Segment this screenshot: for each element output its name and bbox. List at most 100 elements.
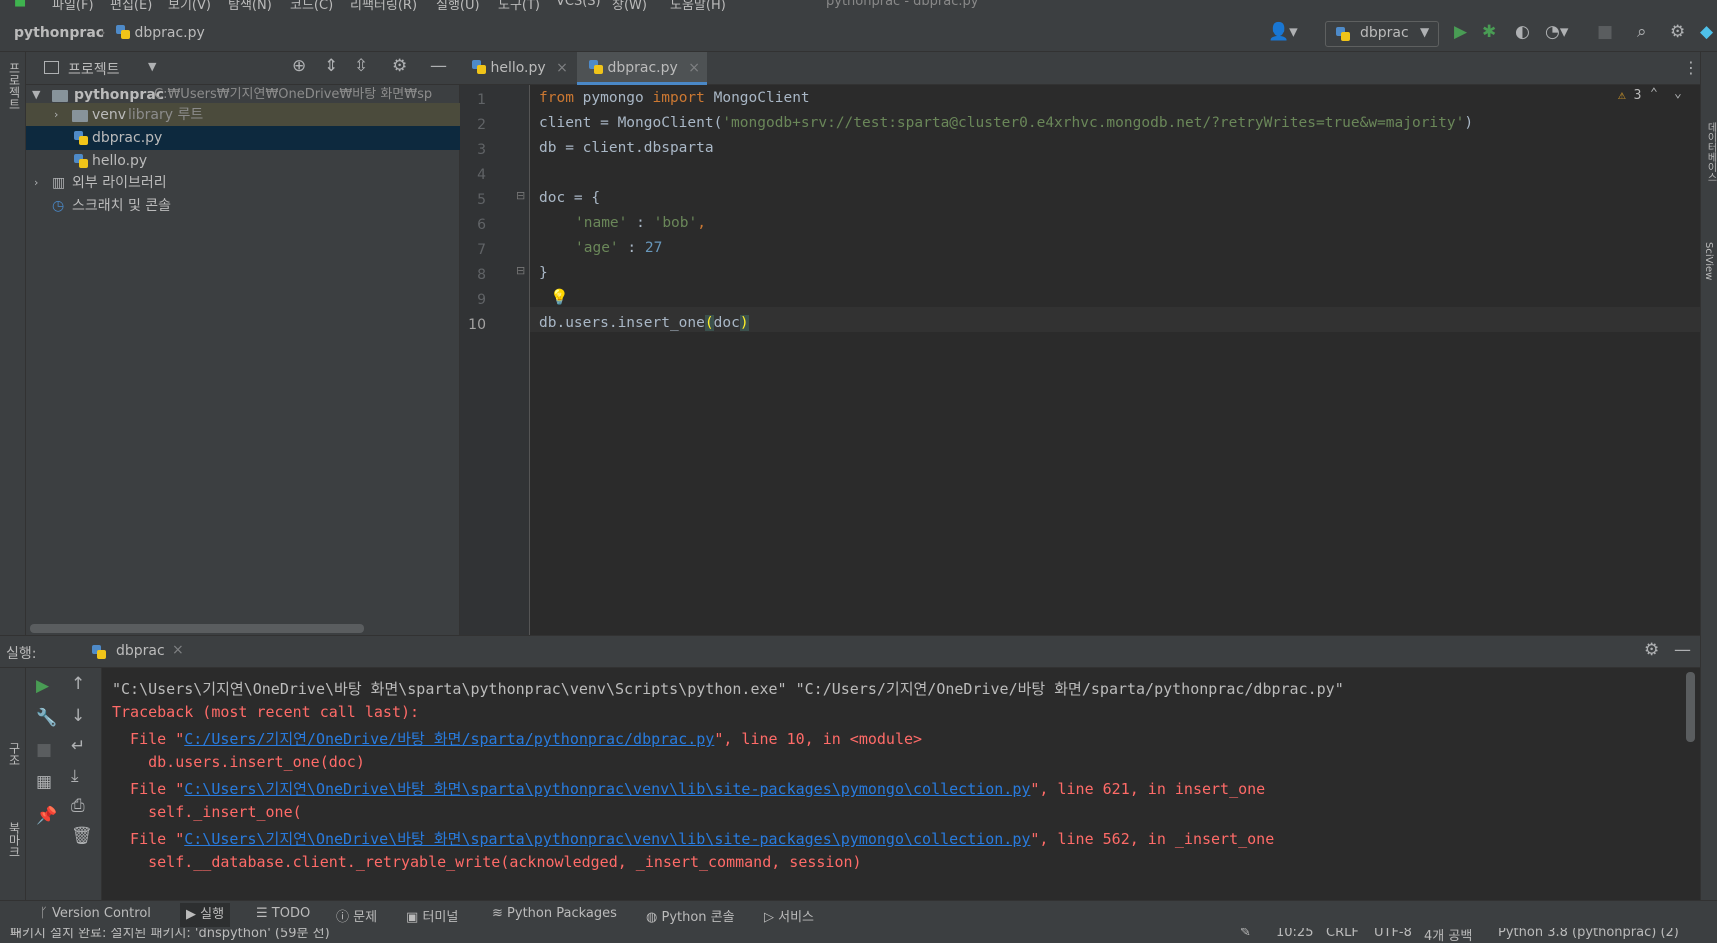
tree-item-scratches[interactable]: ◷ 스크래치 및 콘솔 bbox=[26, 194, 460, 218]
menu-code[interactable]: 코드(C) bbox=[290, 0, 333, 13]
close-icon[interactable]: × bbox=[688, 60, 700, 76]
inspection-icon[interactable]: ✎ bbox=[1240, 928, 1251, 940]
tab-terminal[interactable]: ▣ 터미널 bbox=[406, 906, 458, 925]
python-file-icon bbox=[1336, 27, 1350, 41]
fold-icon[interactable]: ⊟ bbox=[516, 264, 525, 277]
chevron-down-icon[interactable]: ▼ bbox=[148, 60, 156, 73]
tab-python-packages[interactable]: ≋ Python Packages bbox=[492, 906, 617, 921]
structure-tool-window-button[interactable]: 구조 bbox=[6, 742, 23, 766]
tree-item-external-libraries[interactable]: › ▥ 외부 라이브러리 bbox=[26, 171, 460, 195]
breadcrumb-project[interactable]: pythonprac bbox=[14, 25, 104, 41]
scroll-to-end-icon[interactable]: ⤓ bbox=[71, 766, 79, 786]
menu-view[interactable]: 보기(V) bbox=[168, 0, 211, 13]
expand-all-icon[interactable]: ⇕ bbox=[324, 56, 338, 76]
menu-edit[interactable]: 편집(E) bbox=[110, 0, 152, 13]
search-icon[interactable]: ⌕ bbox=[1637, 22, 1647, 42]
profile-icon[interactable]: ◔▾ bbox=[1545, 22, 1568, 42]
print-icon[interactable]: ⎙ bbox=[71, 796, 85, 816]
gear-icon[interactable]: ⚙ bbox=[392, 56, 407, 76]
arrow-down-icon[interactable]: ↓ bbox=[71, 706, 85, 726]
wrench-icon[interactable]: 🔧 bbox=[36, 708, 57, 728]
file-link[interactable]: C:\Users\기지연\OneDrive\바탕 화면\sparta\pytho… bbox=[184, 830, 1030, 848]
menu-help[interactable]: 도움말(H) bbox=[670, 0, 726, 13]
scrollbar-thumb[interactable] bbox=[1686, 672, 1695, 742]
tab-label: 문제 bbox=[353, 910, 378, 925]
terminal-icon: ▣ bbox=[406, 910, 419, 925]
breadcrumb-file[interactable]: dbprac.py bbox=[116, 25, 205, 41]
arrow-up-icon[interactable]: ↑ bbox=[71, 674, 85, 694]
menu-run[interactable]: 실행(U) bbox=[436, 0, 480, 13]
tree-item-label: 외부 라이브러리 bbox=[72, 175, 167, 191]
tab-todo[interactable]: ☰ TODO bbox=[256, 906, 310, 921]
chevron-right-icon[interactable]: › bbox=[34, 171, 38, 195]
plugin-icon[interactable]: ◆ bbox=[1700, 22, 1713, 42]
tab-label: 실행 bbox=[200, 907, 225, 922]
database-tool-window-button[interactable]: 데이터베이스 bbox=[1703, 122, 1717, 182]
file-link[interactable]: C:/Users/기지연/OneDrive/바탕 화면/sparta/pytho… bbox=[184, 730, 714, 748]
tab-problems[interactable]: ⓘ 문제 bbox=[336, 906, 377, 925]
menu-vcs[interactable]: VCS(S) bbox=[556, 0, 601, 9]
chevron-up-icon[interactable]: ⌃ bbox=[1650, 86, 1658, 101]
bookmarks-tool-window-button[interactable]: 북마크 bbox=[6, 822, 23, 858]
tab-run[interactable]: ▶ 실행 bbox=[180, 903, 231, 927]
sciview-tool-window-button[interactable]: SciView bbox=[1703, 242, 1714, 280]
file-encoding[interactable]: UTF-8 bbox=[1374, 928, 1412, 940]
trash-icon[interactable]: 🗑 bbox=[71, 826, 93, 846]
tab-hello-py[interactable]: hello.py × bbox=[460, 52, 576, 85]
tool-window-bar: ᚴ Version Control ▶ 실행 ☰ TODO ⓘ 문제 ▣ 터미널… bbox=[0, 900, 1717, 928]
run-icon[interactable]: ▶ bbox=[1454, 22, 1467, 42]
hide-icon[interactable]: — bbox=[1674, 640, 1691, 660]
code-editor[interactable]: from pymongo import MongoClient client =… bbox=[530, 85, 1700, 635]
tab-python-console[interactable]: ◍ Python 콘솔 bbox=[646, 906, 735, 925]
tab-label: Version Control bbox=[51, 906, 151, 921]
menu-navigate[interactable]: 탐색(N) bbox=[228, 0, 272, 13]
warning-indicator[interactable]: ⚠ 3 bbox=[1618, 88, 1641, 103]
horizontal-scrollbar[interactable] bbox=[30, 624, 364, 633]
python-interpreter[interactable]: Python 3.8 (pythonprac) (2) bbox=[1498, 928, 1679, 940]
hide-icon[interactable]: — bbox=[430, 56, 447, 76]
locate-file-icon[interactable]: ⊕ bbox=[292, 56, 306, 76]
tree-item-dbprac[interactable]: dbprac.py bbox=[26, 126, 460, 150]
user-account-icon[interactable]: 👤▾ bbox=[1268, 22, 1298, 42]
soft-wrap-icon[interactable]: ↵ bbox=[71, 736, 85, 756]
tab-services[interactable]: ▷ 서비스 bbox=[764, 906, 814, 925]
menu-window[interactable]: 창(W) bbox=[612, 0, 647, 13]
lightbulb-icon[interactable]: 💡 bbox=[550, 288, 569, 306]
tree-item-venv[interactable]: › venv library 루트 bbox=[26, 103, 460, 127]
debug-icon[interactable]: ✱ bbox=[1482, 22, 1496, 42]
stop-icon[interactable]: ■ bbox=[1597, 22, 1613, 42]
project-panel-title[interactable]: 프로젝트 bbox=[68, 59, 120, 79]
gear-icon[interactable]: ⚙ bbox=[1644, 640, 1659, 660]
run-tab-label[interactable]: dbprac bbox=[116, 643, 165, 659]
caret-position[interactable]: 10:25 bbox=[1276, 928, 1313, 940]
code-token: : bbox=[618, 240, 645, 256]
pin-icon[interactable]: 📌 bbox=[36, 806, 57, 826]
rerun-icon[interactable]: ▶ bbox=[36, 676, 49, 696]
tab-dbprac-py[interactable]: dbprac.py × bbox=[577, 52, 707, 85]
stop-icon[interactable]: ■ bbox=[36, 740, 52, 760]
tree-item-hello[interactable]: hello.py bbox=[26, 149, 460, 173]
indent-setting[interactable]: 4개 공백 bbox=[1424, 928, 1472, 943]
tab-version-control[interactable]: ᚴ Version Control bbox=[40, 906, 151, 921]
layout-icon[interactable]: ▦ bbox=[36, 772, 52, 792]
chevron-down-icon[interactable]: ⌄ bbox=[1674, 86, 1682, 101]
run-console-output[interactable]: "C:\Users\기지연\OneDrive\바탕 화면\sparta\pyth… bbox=[102, 668, 1682, 900]
close-icon[interactable]: × bbox=[556, 60, 568, 76]
run-config-selector[interactable]: dbprac ▼ bbox=[1325, 21, 1439, 47]
gear-icon[interactable]: ⚙ bbox=[1670, 22, 1685, 42]
console-scrollbar[interactable] bbox=[1682, 668, 1700, 900]
chevron-right-icon[interactable]: › bbox=[54, 103, 58, 127]
project-tool-window-button[interactable]: 프로젝트 bbox=[6, 62, 23, 110]
more-options-icon[interactable]: ⋮ bbox=[1683, 58, 1699, 77]
collapse-all-icon[interactable]: ⇳ bbox=[354, 56, 368, 76]
menu-refactor[interactable]: 리팩터링(R) bbox=[350, 0, 417, 13]
file-link[interactable]: C:\Users\기지연\OneDrive\바탕 화면\sparta\pytho… bbox=[184, 780, 1030, 798]
coverage-icon[interactable]: ◐ bbox=[1515, 22, 1530, 42]
menu-tools[interactable]: 도구(T) bbox=[498, 0, 540, 13]
line-number: 8 bbox=[477, 267, 486, 283]
fold-icon[interactable]: ⊟ bbox=[516, 189, 525, 202]
line-number: 1 bbox=[477, 92, 486, 108]
menu-file[interactable]: 파일(F) bbox=[52, 0, 94, 13]
close-icon[interactable]: × bbox=[172, 642, 184, 658]
line-separator[interactable]: CRLF bbox=[1326, 928, 1359, 940]
